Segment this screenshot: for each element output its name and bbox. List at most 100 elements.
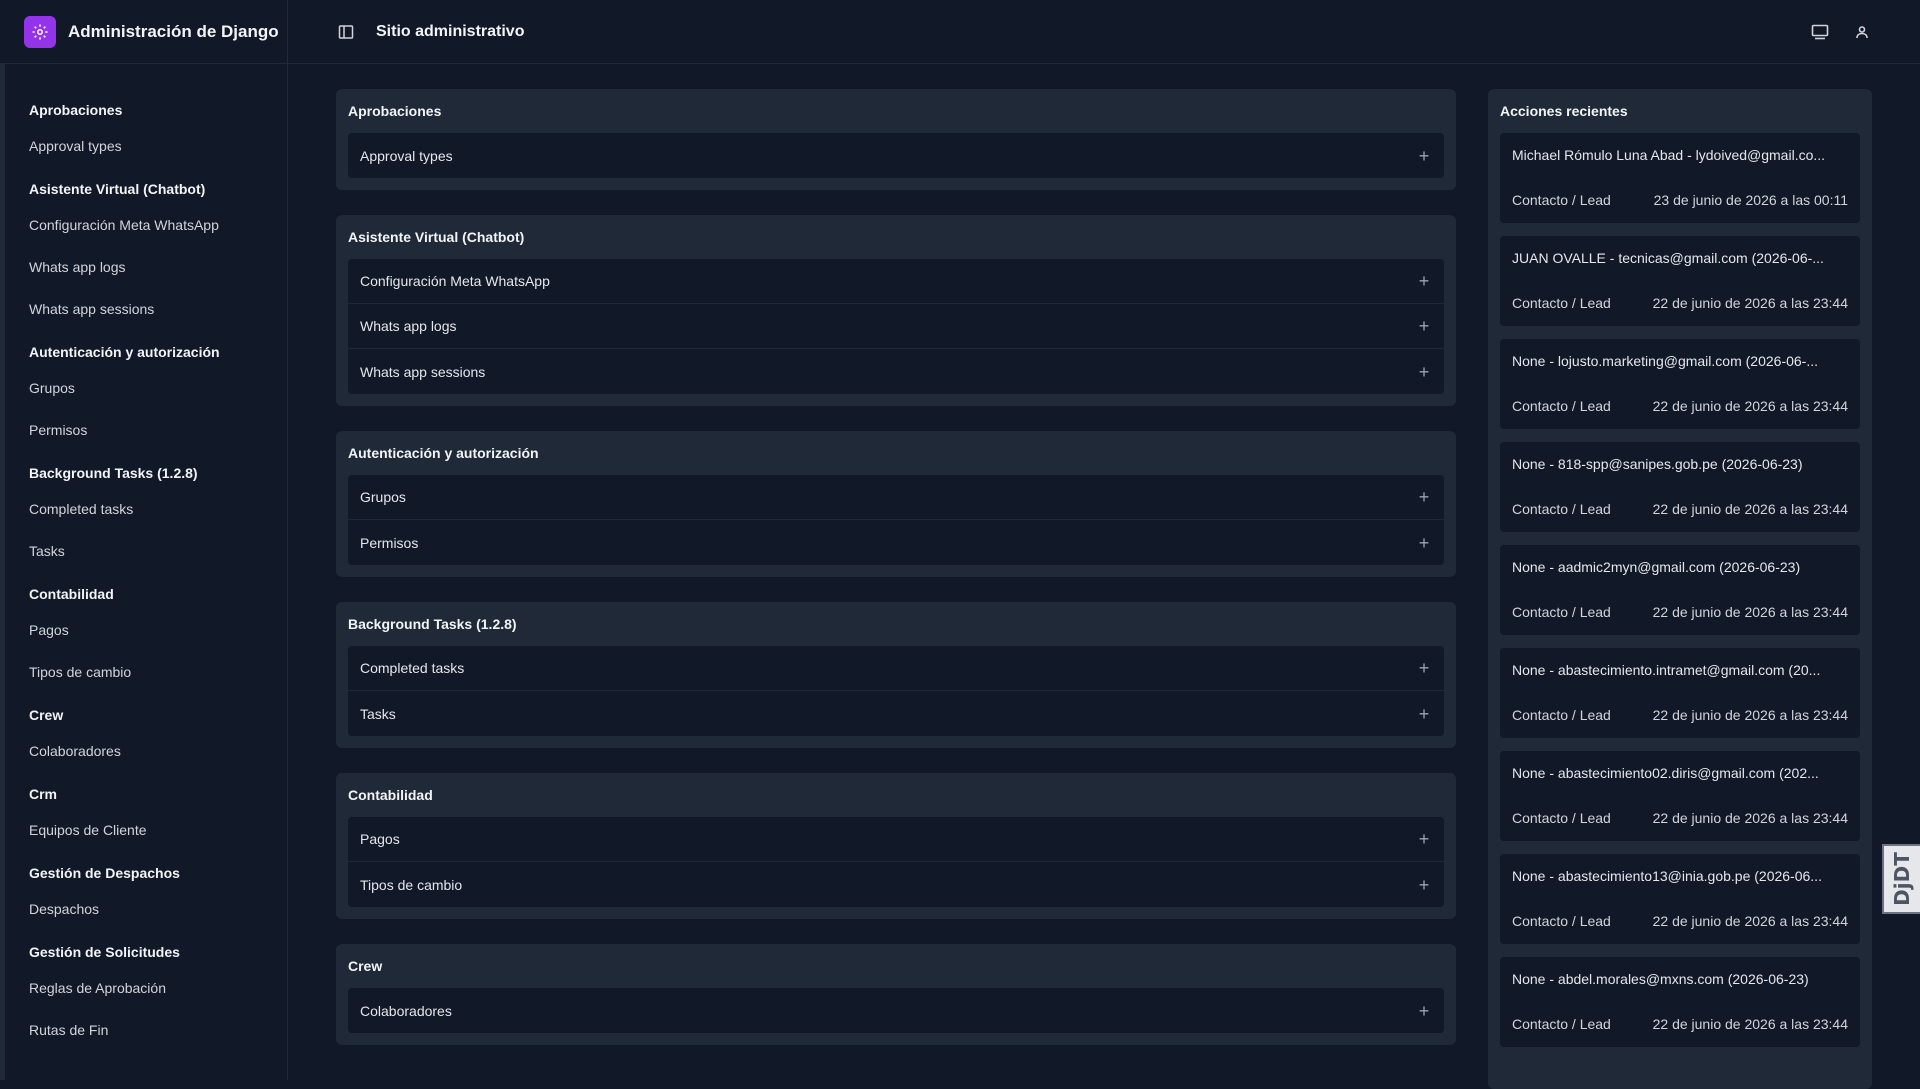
recent-action-item[interactable]: Michael Rómulo Luna Abad - lydoived@gmai… (1500, 133, 1860, 223)
model-link[interactable]: Pagos (360, 831, 400, 847)
recent-action-item[interactable]: JUAN OVALLE - tecnicas@gmail.com (2026-0… (1500, 236, 1860, 326)
model-row-grupos[interactable]: Grupos + (348, 475, 1444, 520)
sidebar-item-pagos[interactable]: Pagos (29, 609, 287, 651)
action-object[interactable]: None - aadmic2myn@gmail.com (2026-06-23) (1512, 545, 1848, 590)
model-link[interactable]: Tasks (360, 706, 396, 722)
sidebar-group-title[interactable]: Asistente Virtual (Chatbot) (29, 174, 287, 204)
model-row-permisos[interactable]: Permisos + (348, 520, 1444, 565)
model-link[interactable]: Whats app logs (360, 318, 457, 334)
action-object[interactable]: None - lojusto.marketing@gmail.com (2026… (1512, 339, 1848, 384)
action-object[interactable]: None - abdel.morales@mxns.com (2026-06-2… (1512, 957, 1848, 1002)
model-row-tasks[interactable]: Tasks + (348, 691, 1444, 736)
model-link[interactable]: Grupos (360, 489, 406, 505)
action-object[interactable]: None - abastecimiento.intramet@gmail.com… (1512, 648, 1848, 693)
user-icon[interactable] (1852, 22, 1872, 42)
recent-action-item[interactable]: None - lojusto.marketing@gmail.com (2026… (1500, 339, 1860, 429)
sidebar-item-tasks[interactable]: Tasks (29, 530, 287, 572)
action-object[interactable]: Michael Rómulo Luna Abad - lydoived@gmai… (1512, 133, 1848, 178)
sidebar-item-tipos-de-cambio[interactable]: Tipos de cambio (29, 651, 287, 693)
plus-icon[interactable]: + (1416, 363, 1432, 381)
sidebar-item-grupos[interactable]: Grupos (29, 367, 287, 409)
sidebar-item-whats-app-logs[interactable]: Whats app logs (29, 246, 287, 288)
monitor-icon[interactable] (1810, 22, 1830, 42)
plus-icon[interactable]: + (1416, 317, 1432, 335)
sidebar-group-title[interactable]: Gestión de Solicitudes (29, 937, 287, 967)
module-title[interactable]: Crew (348, 944, 1444, 988)
recent-action-item[interactable]: None - abastecimiento13@inia.gob.pe (202… (1500, 854, 1860, 944)
plus-icon[interactable]: + (1416, 830, 1432, 848)
action-content-type: Contacto / Lead (1512, 398, 1611, 414)
sidebar-group-title[interactable]: Aprobaciones (29, 95, 287, 125)
plus-icon[interactable]: + (1416, 534, 1432, 552)
model-link[interactable]: Approval types (360, 148, 453, 164)
model-row-colaboradores[interactable]: Colaboradores + (348, 988, 1444, 1033)
sidebar-group-title[interactable]: Crm (29, 779, 287, 809)
model-row-whats-app-sessions[interactable]: Whats app sessions + (348, 349, 1444, 394)
plus-icon[interactable]: + (1416, 488, 1432, 506)
model-row-tipos-de-cambio[interactable]: Tipos de cambio + (348, 862, 1444, 907)
sidebar-item-permisos[interactable]: Permisos (29, 409, 287, 451)
module-title[interactable]: Aprobaciones (348, 89, 1444, 133)
plus-icon[interactable]: + (1416, 147, 1432, 165)
model-link[interactable]: Colaboradores (360, 1003, 452, 1019)
sidebar-group: Gestión de Despachos Despachos (29, 858, 287, 930)
sidebar-item-equipos-de-cliente[interactable]: Equipos de Cliente (29, 809, 287, 851)
sidebar-group: Contabilidad Pagos Tipos de cambio (29, 579, 287, 693)
plus-icon[interactable]: + (1416, 272, 1432, 290)
sidebar-group-title[interactable]: Gestión de Despachos (29, 858, 287, 888)
sidebar-item-approval-types[interactable]: Approval types (29, 125, 287, 167)
sidebar-item-colaboradores[interactable]: Colaboradores (29, 730, 287, 772)
action-date: 22 de junio de 2026 a las 23:44 (1652, 295, 1848, 311)
sidebar-item-configuracion-meta-whatsapp[interactable]: Configuración Meta WhatsApp (29, 204, 287, 246)
sidebar-item-rutas-de-fin[interactable]: Rutas de Fin (29, 1009, 287, 1051)
model-row-approval-types[interactable]: Approval types + (348, 133, 1444, 178)
gear-icon (24, 15, 56, 48)
action-content-type: Contacto / Lead (1512, 501, 1611, 517)
plus-icon[interactable]: + (1416, 876, 1432, 894)
debug-toolbar-label[interactable]: DjDT (1890, 852, 1914, 906)
model-row-pagos[interactable]: Pagos + (348, 817, 1444, 862)
sidebar-item-despachos[interactable]: Despachos (29, 888, 287, 930)
recent-action-item[interactable]: None - 818-spp@sanipes.gob.pe (2026-06-2… (1500, 442, 1860, 532)
module-title[interactable]: Contabilidad (348, 773, 1444, 817)
sidebar-group-title[interactable]: Background Tasks (1.2.8) (29, 458, 287, 488)
action-date: 22 de junio de 2026 a las 23:44 (1652, 913, 1848, 929)
model-link[interactable]: Completed tasks (360, 660, 464, 676)
module-title[interactable]: Background Tasks (1.2.8) (348, 602, 1444, 646)
sidebar-item-reglas-de-aprobacion[interactable]: Reglas de Aprobación (29, 967, 287, 1009)
recent-action-item[interactable]: None - abdel.morales@mxns.com (2026-06-2… (1500, 957, 1860, 1047)
sidebar-group: Crm Equipos de Cliente (29, 779, 287, 851)
action-object[interactable]: None - 818-spp@sanipes.gob.pe (2026-06-2… (1512, 442, 1848, 487)
recent-action-item[interactable]: None - abastecimiento.intramet@gmail.com… (1500, 648, 1860, 738)
action-date: 22 de junio de 2026 a las 23:44 (1652, 1016, 1848, 1032)
module-title[interactable]: Asistente Virtual (Chatbot) (348, 215, 1444, 259)
model-link[interactable]: Permisos (360, 535, 418, 551)
model-row-completed-tasks[interactable]: Completed tasks + (348, 646, 1444, 691)
plus-icon[interactable]: + (1416, 1002, 1432, 1020)
module-background-tasks: Background Tasks (1.2.8) Completed tasks… (336, 602, 1456, 748)
action-object[interactable]: None - abastecimiento13@inia.gob.pe (202… (1512, 854, 1848, 899)
module-title[interactable]: Autenticación y autorización (348, 431, 1444, 475)
sidebar: Aprobaciones Approval types Asistente Vi… (0, 64, 288, 1080)
recent-action-item[interactable]: None - abastecimiento02.diris@gmail.com … (1500, 751, 1860, 841)
model-row-whats-app-logs[interactable]: Whats app logs + (348, 304, 1444, 349)
sidebar-toggle-icon[interactable] (336, 22, 356, 42)
action-content-type: Contacto / Lead (1512, 707, 1611, 723)
debug-toolbar-handle[interactable]: DjDT (1882, 844, 1920, 914)
sidebar-group-title[interactable]: Crew (29, 700, 287, 730)
model-link[interactable]: Tipos de cambio (360, 877, 462, 893)
plus-icon[interactable]: + (1416, 705, 1432, 723)
brand-title[interactable]: Administración de Django (68, 22, 279, 42)
sidebar-group-title[interactable]: Contabilidad (29, 579, 287, 609)
action-object[interactable]: None - abastecimiento02.diris@gmail.com … (1512, 751, 1848, 796)
model-row-configuracion-meta-whatsapp[interactable]: Configuración Meta WhatsApp + (348, 259, 1444, 304)
action-object[interactable]: JUAN OVALLE - tecnicas@gmail.com (2026-0… (1512, 236, 1848, 281)
sidebar-item-completed-tasks[interactable]: Completed tasks (29, 488, 287, 530)
brand[interactable]: Administración de Django (0, 0, 288, 64)
sidebar-group-title[interactable]: Autenticación y autorización (29, 337, 287, 367)
model-link[interactable]: Whats app sessions (360, 364, 485, 380)
sidebar-item-whats-app-sessions[interactable]: Whats app sessions (29, 288, 287, 330)
plus-icon[interactable]: + (1416, 659, 1432, 677)
recent-action-item[interactable]: None - aadmic2myn@gmail.com (2026-06-23)… (1500, 545, 1860, 635)
model-link[interactable]: Configuración Meta WhatsApp (360, 273, 550, 289)
